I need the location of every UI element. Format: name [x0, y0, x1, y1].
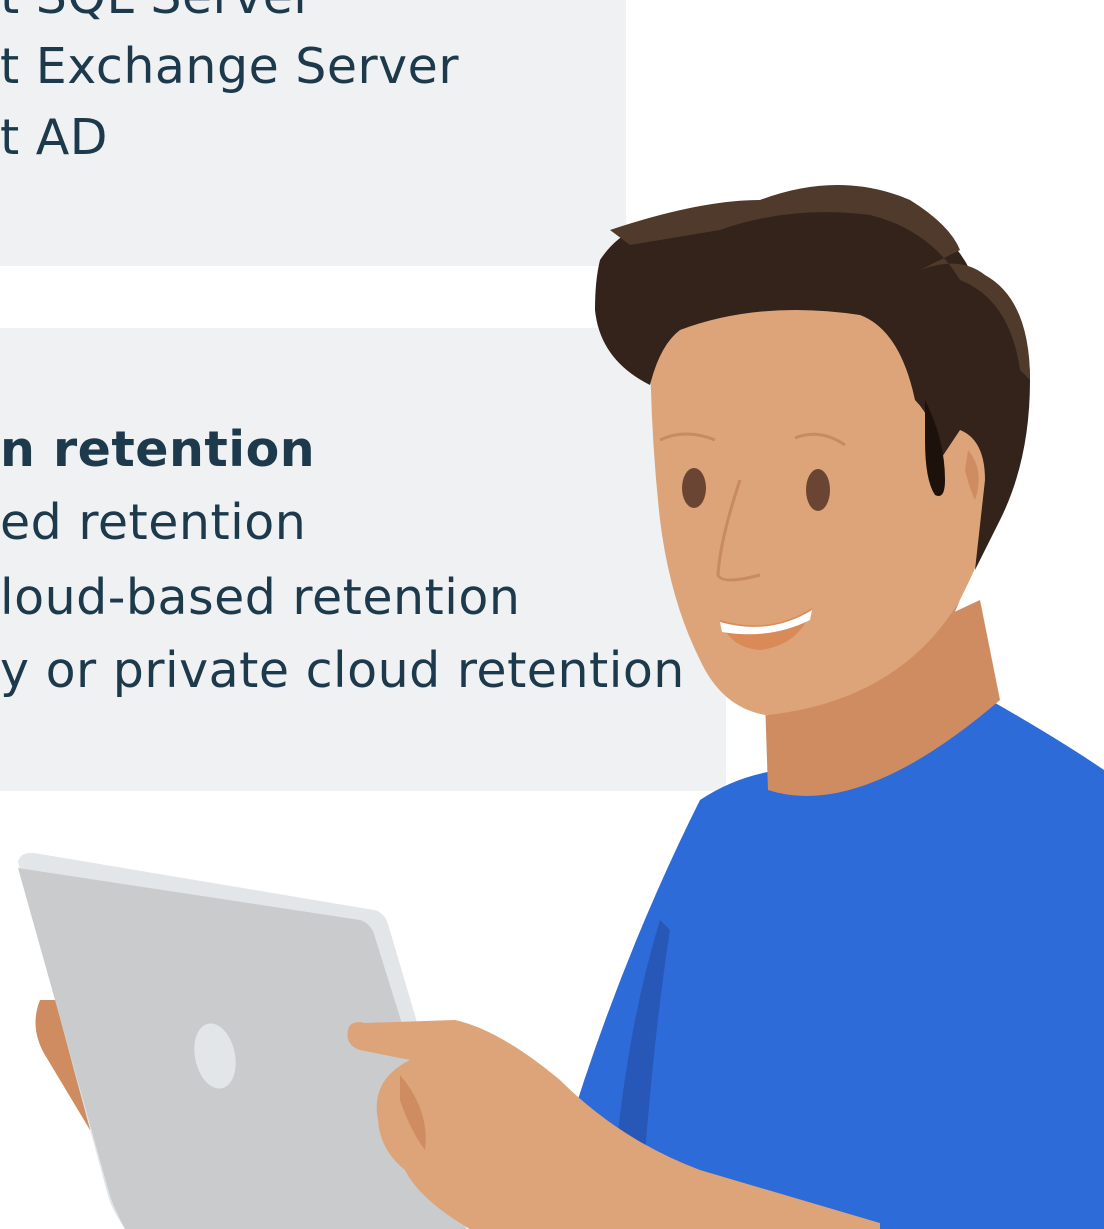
right-eye [806, 469, 830, 511]
person-with-tablet-illustration [18, 185, 1104, 1229]
left-eye [682, 468, 706, 508]
